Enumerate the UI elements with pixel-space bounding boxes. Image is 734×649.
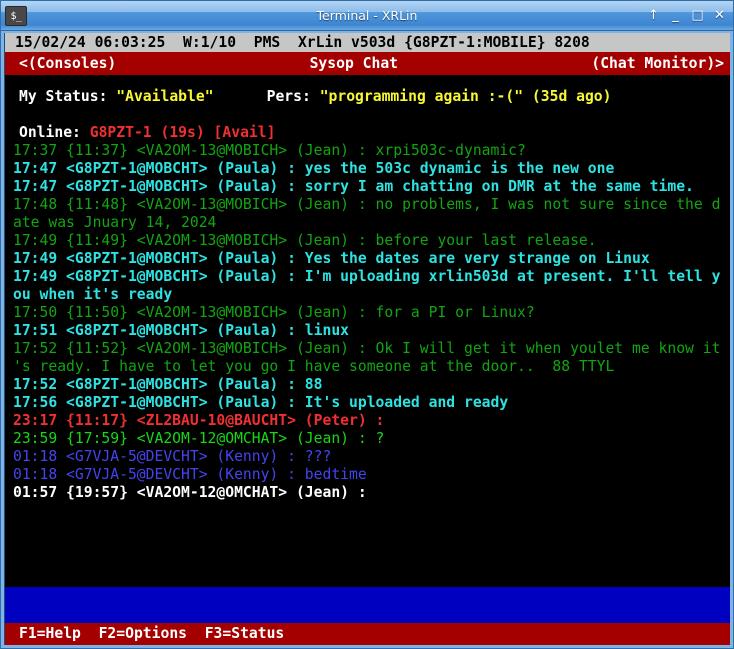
- chat-log[interactable]: 17:37 {11:37} <VA2OM-13@MOBICH> (Jean) :…: [5, 142, 730, 587]
- minimize-button[interactable]: _: [669, 8, 682, 23]
- consoles-link[interactable]: <(Consoles): [19, 52, 116, 75]
- chat-log-line: ate was Jnuary 14, 2024: [13, 214, 217, 231]
- chat-header-bar: <(Consoles) Sysop Chat (Chat Monitor)>: [5, 52, 730, 75]
- chat-log-line: 17:48 {11:48} <VA2OM-13@MOBICH> (Jean) :…: [13, 196, 721, 213]
- chat-log-line: 01:57 {19:57} <VA2OM-12@OMCHAT> (Jean) :: [13, 484, 367, 501]
- my-status-value: "Available": [116, 88, 214, 105]
- shade-button[interactable]: ↑: [647, 8, 660, 23]
- chat-log-line: 17:52 <G8PZT-1@MOBCHT> (Paula) : 88: [13, 376, 323, 393]
- chat-log-line: 's ready. I have to let you go I have so…: [13, 358, 615, 375]
- function-key-bar: F1=Help F2=Options F3=Status: [5, 623, 730, 645]
- close-button[interactable]: ✕: [713, 8, 726, 23]
- chat-log-line: 17:50 {11:50} <VA2OM-13@MOBICH> (Jean) :…: [13, 304, 535, 321]
- online-value: G8PZT-1 (19s) [Avail]: [89, 124, 276, 141]
- chat-title: Sysop Chat: [309, 55, 399, 72]
- online-label: Online:: [19, 124, 81, 141]
- chat-log-line: 17:47 <G8PZT-1@MOBCHT> (Paula) : sorry I…: [13, 178, 694, 195]
- chat-log-line: 17:51 <G8PZT-1@MOBCHT> (Paula) : linux: [13, 322, 350, 339]
- chat-input-area[interactable]: [5, 587, 730, 623]
- pers-value: "programming again :-(" (35d ago): [319, 88, 612, 105]
- chat-log-line: 01:18 <G7VJA-5@DEVCHT> (Kenny) : ???: [13, 448, 332, 465]
- chat-log-line: 17:47 <G8PZT-1@MOBCHT> (Paula) : yes the…: [13, 160, 615, 177]
- chat-log-line: ou when it's ready: [13, 286, 173, 303]
- pers-label: Pers:: [266, 88, 311, 105]
- status-info-pane: My Status: "Available" Pers: "programmin…: [5, 75, 730, 142]
- maximize-button[interactable]: □: [691, 8, 704, 23]
- window-controls: ↑ _ □ ✕: [647, 8, 726, 23]
- chat-log-line: 23:59 {17:59} <VA2OM-12@OMCHAT> (Jean) :…: [13, 430, 385, 447]
- status-line: 15/02/24 06:03:25 W:1/10 PMS XrLin v503d…: [5, 33, 730, 52]
- chat-log-line: 17:37 {11:37} <VA2OM-13@MOBICH> (Jean) :…: [13, 142, 526, 159]
- chat-log-line: 23:17 {11:17} <ZL2BAU-10@BAUCHT> (Peter)…: [13, 412, 385, 429]
- chat-log-line: 01:18 <G7VJA-5@DEVCHT> (Kenny) : bedtime: [13, 466, 367, 483]
- terminal-screen[interactable]: 15/02/24 06:03:25 W:1/10 PMS XrLin v503d…: [4, 33, 730, 645]
- my-status-label: My Status:: [19, 88, 108, 105]
- terminal-window: $_ Terminal - XRLin ↑ _ □ ✕ 15/02/24 06:…: [0, 0, 734, 649]
- window-title: Terminal - XRLin: [316, 8, 418, 23]
- terminal-icon: $_: [5, 5, 27, 26]
- chat-log-line: 17:49 {11:49} <VA2OM-13@MOBICH> (Jean) :…: [13, 232, 597, 249]
- chat-log-line: 17:49 <G8PZT-1@MOBCHT> (Paula) : I'm upl…: [13, 268, 721, 285]
- window-titlebar[interactable]: $_ Terminal - XRLin ↑ _ □ ✕: [1, 1, 733, 31]
- chat-log-line: 17:49 <G8PZT-1@MOBCHT> (Paula) : Yes the…: [13, 250, 650, 267]
- chat-log-line: 17:52 {11:52} <VA2OM-13@MOBICH> (Jean) :…: [13, 340, 721, 357]
- chat-monitor-link[interactable]: (Chat Monitor)>: [591, 52, 724, 75]
- chat-log-line: 17:56 <G8PZT-1@MOBCHT> (Paula) : It's up…: [13, 394, 509, 411]
- online-line: Online: G8PZT-1 (19s) [Avail]: [19, 123, 730, 142]
- my-status-line: My Status: "Available" Pers: "programmin…: [19, 87, 730, 106]
